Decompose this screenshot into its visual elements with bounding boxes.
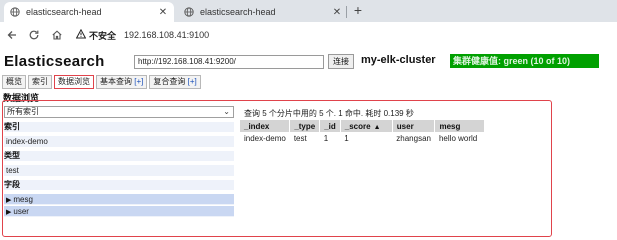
chevron-down-icon: ⌄ bbox=[223, 107, 230, 116]
tab-overview[interactable]: 概览 bbox=[2, 75, 26, 89]
index-select[interactable]: 所有索引 ⌄ bbox=[4, 106, 234, 118]
tab-basic-query[interactable]: 基本查询 [+] bbox=[96, 75, 148, 89]
insecure-label: 不安全 bbox=[89, 30, 117, 41]
browser-tab-title: elasticsearch-head bbox=[26, 7, 102, 17]
tab-indices[interactable]: 索引 bbox=[28, 75, 52, 89]
table-header-row: _index _type _id _score ▲ user mesg bbox=[240, 120, 486, 132]
home-icon[interactable] bbox=[49, 27, 65, 43]
table-cell: zhangsan bbox=[396, 134, 431, 143]
cluster-name: my-elk-cluster bbox=[361, 54, 436, 66]
elasticsearch-head-page: Elasticsearch http://192.168.108.41:9200… bbox=[0, 48, 617, 240]
field-group-label: 字段 bbox=[4, 180, 234, 190]
reload-icon[interactable] bbox=[26, 27, 42, 43]
tab-label: 概览 bbox=[6, 77, 22, 86]
app-title: Elasticsearch bbox=[4, 53, 105, 70]
new-tab-plus-icon[interactable]: + bbox=[350, 3, 366, 19]
table-cell: test bbox=[293, 134, 307, 143]
tab-plus: [+] bbox=[187, 77, 197, 86]
table-cell: 1 bbox=[323, 134, 329, 143]
column-header-type[interactable]: _type bbox=[289, 120, 321, 132]
close-icon[interactable]: ✕ bbox=[158, 7, 168, 18]
column-header-index[interactable]: _index bbox=[240, 120, 291, 132]
browser-tab-title: elasticsearch-head bbox=[200, 7, 276, 17]
browser-tab[interactable]: elasticsearch-head ✕ bbox=[178, 2, 348, 22]
sort-ascending-icon: ▲ bbox=[373, 123, 381, 131]
tab-label: 数据浏览 bbox=[58, 77, 90, 86]
address-bar-row: 不安全 192.168.108.41:9100 bbox=[0, 22, 617, 48]
query-summary: 查询 5 个分片中用的 5 个. 1 命中. 耗时 0.139 秒 bbox=[244, 109, 414, 118]
index-select-value: 所有索引 bbox=[7, 107, 39, 116]
table-row[interactable]: index-demo test 1 1 zhangsan hello world bbox=[240, 132, 485, 145]
tab-label: 复合查询 bbox=[153, 77, 188, 86]
index-filter-item[interactable]: index-demo bbox=[4, 136, 234, 147]
caret-right-icon: ▶ bbox=[6, 197, 12, 204]
tab-label: 索引 bbox=[32, 77, 48, 86]
back-arrow-icon[interactable] bbox=[4, 27, 20, 43]
column-header-mesg[interactable]: mesg bbox=[434, 120, 486, 132]
tab-data-browser[interactable]: 数据浏览 bbox=[54, 75, 94, 89]
close-icon[interactable]: ✕ bbox=[332, 7, 342, 18]
column-header-user[interactable]: user bbox=[392, 120, 436, 132]
table-cell: hello world bbox=[438, 134, 478, 143]
column-label: _score bbox=[344, 121, 371, 131]
type-group-label: 类型 bbox=[4, 151, 234, 161]
main-tabs: 概览 索引 数据浏览 基本查询 [+] 复合查询 [+] bbox=[2, 75, 203, 89]
tab-compound-query[interactable]: 复合查询 [+] bbox=[149, 75, 201, 89]
url-text: 192.168.108.41:9100 bbox=[124, 30, 210, 40]
browser-tab-strip: elasticsearch-head ✕ elasticsearch-head … bbox=[0, 0, 617, 22]
cluster-health-badge: 集群健康值: green (10 of 10) bbox=[450, 54, 599, 68]
column-header-score[interactable]: _score ▲ bbox=[340, 120, 393, 132]
column-label: _type bbox=[294, 121, 316, 131]
browser-tab-active[interactable]: elasticsearch-head ✕ bbox=[4, 2, 174, 22]
field-item-mesg[interactable]: ▶ mesg bbox=[4, 194, 234, 205]
field-item-user[interactable]: ▶ user bbox=[4, 206, 234, 217]
tab-plus: [+] bbox=[134, 77, 144, 86]
column-label: user bbox=[396, 121, 414, 131]
table-cell: 1 bbox=[344, 134, 349, 143]
connect-button[interactable]: 连接 bbox=[328, 54, 354, 69]
caret-right-icon: ▶ bbox=[6, 209, 12, 216]
column-label: _index bbox=[244, 121, 270, 131]
table-cell: index-demo bbox=[244, 134, 286, 143]
tab-label: 基本查询 bbox=[100, 77, 135, 86]
address-bar[interactable]: 不安全 192.168.108.41:9100 bbox=[74, 27, 614, 43]
results-table: _index _type _id _score ▲ user mesg index… bbox=[240, 120, 486, 145]
globe-icon bbox=[184, 7, 194, 17]
column-label: mesg bbox=[439, 121, 461, 131]
tab-separator bbox=[346, 6, 347, 18]
connect-url-input[interactable]: http://192.168.108.41:9200/ bbox=[134, 55, 324, 69]
column-header-id[interactable]: _id bbox=[319, 120, 341, 132]
field-name: mesg bbox=[13, 195, 33, 204]
type-filter-item[interactable]: test bbox=[4, 165, 234, 176]
warning-icon[interactable] bbox=[75, 28, 87, 41]
globe-icon bbox=[10, 7, 20, 17]
field-name: user bbox=[13, 207, 29, 216]
column-label: _id bbox=[324, 121, 336, 131]
index-group-label: 索引 bbox=[4, 122, 234, 132]
